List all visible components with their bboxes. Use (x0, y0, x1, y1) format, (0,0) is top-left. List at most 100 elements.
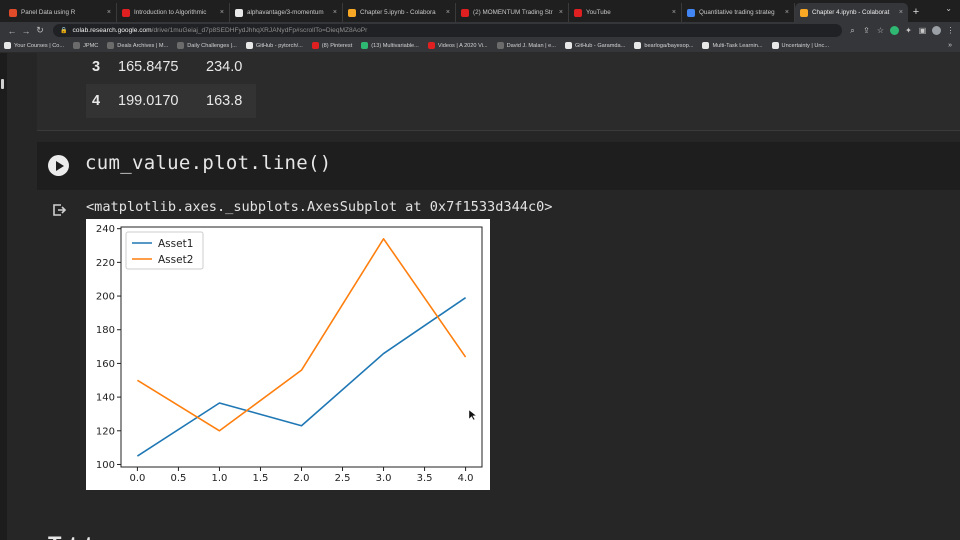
menu-kebab-icon[interactable]: ⋮ (946, 26, 955, 35)
table-row: 3 165.8475 234.0 (86, 53, 256, 84)
bookmark-favicon-icon (564, 42, 572, 49)
bookmarks-bar: Your Courses | Co... JPMC Deals Archives |… (0, 39, 960, 53)
tab-2[interactable]: alphavantage/3-momentum × (230, 3, 343, 22)
bookmark-label: David J. Malan | e... (506, 42, 556, 49)
tab-3[interactable]: Chapter 5.ipynb - Colabora × (343, 3, 456, 22)
bookmark-item[interactable]: Uncertainty | Unc... (771, 42, 829, 49)
bookmark-item[interactable]: GitHub - Garamda... (564, 42, 625, 49)
bookmark-label: Uncertainty | Unc... (781, 42, 829, 49)
tab-5[interactable]: YouTube × (569, 3, 682, 22)
bookmark-favicon-icon (771, 42, 779, 49)
left-gutter (0, 53, 7, 540)
tab-close-icon[interactable]: × (220, 9, 224, 16)
legend-label: Asset2 (158, 254, 193, 266)
code-text[interactable]: cum_value.plot.line() (85, 152, 332, 174)
tab-search-chevron-icon[interactable]: ⌄ (945, 4, 952, 13)
asset1-value: 165.8475 (118, 59, 179, 75)
back-icon[interactable]: ← (5, 26, 19, 36)
bookmark-favicon-icon (427, 42, 435, 49)
x-tick-label: 2.0 (294, 473, 310, 484)
tab-favicon-icon (235, 8, 243, 17)
tab-7[interactable]: Chapter 4.ipynb - Colaborat × (795, 3, 908, 22)
tab-title: alphavantage/3-momentum (247, 9, 324, 16)
bookmark-item[interactable]: bearloga/bayesop... (634, 42, 693, 49)
x-tick-label: 1.0 (212, 473, 228, 484)
bookmark-label: (8) Pinterest (321, 42, 353, 49)
bookmark-item[interactable]: Multi-Task Learnin... (702, 42, 763, 49)
bookmark-item[interactable]: (8) Pinterest (311, 42, 353, 49)
tab-close-icon[interactable]: × (899, 9, 903, 16)
tab-close-icon[interactable]: × (785, 9, 789, 16)
bookmark-label: Videos | A 2020 Vi... (437, 42, 488, 49)
y-tick-label: 180 (96, 325, 115, 336)
bookmark-favicon-icon (702, 42, 710, 49)
tab-close-icon[interactable]: × (446, 9, 450, 16)
search-icon[interactable]: ⌕ (848, 26, 857, 35)
bookmark-item[interactable]: Your Courses | Co... (4, 42, 64, 49)
gutter-marker (1, 79, 4, 89)
output-icon[interactable] (51, 202, 67, 218)
tab-favicon-icon (9, 8, 17, 17)
share-icon[interactable]: ⇪ (862, 26, 871, 35)
output-repr: <matplotlib.axes._subplots.AxesSubplot a… (86, 199, 553, 215)
y-tick-label: 200 (96, 292, 115, 303)
play-icon (55, 160, 64, 171)
star-icon[interactable]: ☆ (876, 26, 885, 35)
tab-strip: Panel Data using R × Introduction to Algor… (0, 0, 960, 22)
bookmark-label: GitHub - pytorch/... (255, 42, 303, 49)
line-chart: 0.0 0.5 1.0 1.5 2.0 2.5 3.0 3.5 4.0 100 120 140 160 1… (86, 219, 490, 490)
forward-icon[interactable]: → (19, 26, 33, 36)
tab-close-icon[interactable]: × (559, 9, 563, 16)
x-tick-label: 2.5 (335, 473, 351, 484)
browser-toolbar: ← → ↻ 🔒 colab.research.google.com /drive… (0, 22, 960, 39)
bookmark-favicon-icon (311, 42, 319, 49)
tab-6[interactable]: Quantitative trading strateg × (682, 3, 795, 22)
y-tick-label: 160 (96, 359, 115, 370)
bookmark-item[interactable]: (13) Multivariable... (361, 42, 419, 49)
tab-title: Chapter 4.ipynb - Colaborat (812, 9, 890, 16)
tab-favicon-icon (574, 8, 582, 17)
sidebar-icon[interactable]: ▣ (918, 26, 927, 35)
profile-avatar[interactable] (932, 26, 941, 35)
lock-icon: 🔒 (60, 28, 68, 34)
x-tick-label: 0.0 (129, 473, 145, 484)
tab-title: (2) MOMENTUM Trading Str (473, 9, 553, 16)
x-tick-label: 3.0 (376, 473, 392, 484)
bookmark-item[interactable]: JPMC (73, 42, 98, 49)
extension-green-icon[interactable] (890, 26, 899, 35)
bookmark-item[interactable]: David J. Malan | e... (496, 42, 556, 49)
tab-close-icon[interactable]: × (107, 9, 111, 16)
bookmark-item[interactable]: Deals Archives | M... (107, 42, 168, 49)
tab-4[interactable]: (2) MOMENTUM Trading Str × (456, 3, 569, 22)
bookmark-favicon-icon (73, 42, 81, 49)
address-bar[interactable]: 🔒 colab.research.google.com /drive/1muGe… (53, 24, 842, 37)
legend-label: Asset1 (158, 238, 193, 250)
bookmark-favicon-icon (107, 42, 115, 49)
bookmark-item[interactable]: Daily Challenges |... (177, 42, 237, 49)
new-tab-icon[interactable]: + (908, 3, 924, 22)
next-cell-heading: T t t (48, 532, 93, 540)
run-cell-button[interactable] (48, 155, 69, 176)
code-cell[interactable]: cum_value.plot.line() (37, 142, 960, 190)
asset2-value: 163.8 (206, 93, 243, 109)
x-tick-label: 0.5 (170, 473, 186, 484)
bookmark-label: JPMC (83, 42, 99, 49)
tab-favicon-icon (461, 8, 469, 17)
tab-title: Chapter 5.ipynb - Colabora (360, 9, 436, 16)
more-bookmarks-icon[interactable]: » (948, 42, 952, 49)
x-tick-label: 1.5 (253, 473, 269, 484)
tab-1[interactable]: Introduction to Algorithmic × (117, 3, 230, 22)
tab-0[interactable]: Panel Data using R × (4, 3, 117, 22)
bookmark-item[interactable]: GitHub - pytorch/... (245, 42, 303, 49)
y-tick-label: 140 (96, 393, 115, 404)
y-tick-label: 220 (96, 258, 115, 269)
tab-title: Introduction to Algorithmic (134, 9, 207, 16)
tab-close-icon[interactable]: × (333, 9, 337, 16)
tab-close-icon[interactable]: × (672, 9, 676, 16)
reload-icon[interactable]: ↻ (33, 25, 47, 36)
puzzle-icon[interactable]: ✦ (904, 26, 913, 35)
bookmark-label: Your Courses | Co... (14, 42, 65, 49)
x-tick-label: 4.0 (458, 473, 474, 484)
bookmark-favicon-icon (496, 42, 504, 49)
bookmark-item[interactable]: Videos | A 2020 Vi... (427, 42, 488, 49)
